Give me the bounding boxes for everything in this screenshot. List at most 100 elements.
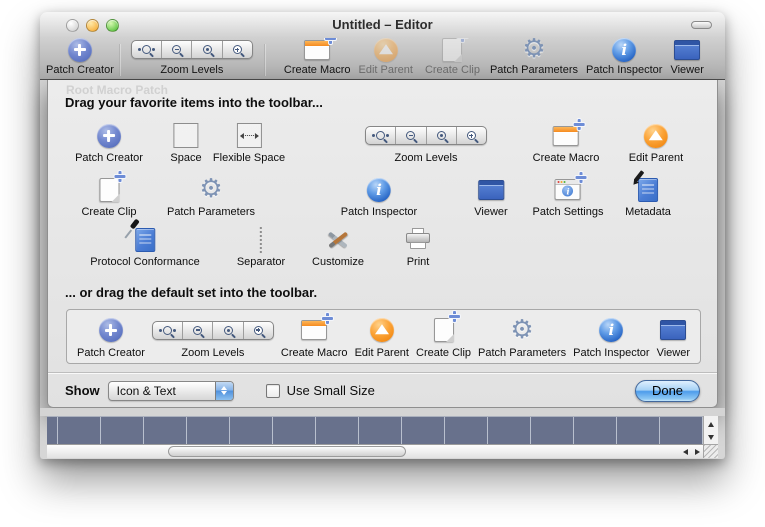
magnifier-fit-icon [437, 131, 446, 140]
scroll-down-button[interactable] [704, 431, 718, 444]
done-button[interactable]: Done [635, 380, 700, 402]
protocol-document-icon [135, 228, 155, 252]
magnifier-plus-icon [233, 45, 242, 54]
default-item-edit-parent[interactable]: Edit Parent [355, 317, 409, 359]
printer-icon [406, 228, 430, 251]
zoom-fit-button[interactable] [192, 41, 222, 58]
magnifier-minus-icon [406, 131, 415, 140]
default-item-patch-parameters[interactable]: Patch Parameters [478, 317, 566, 359]
default-toolbar-set[interactable]: Patch Creator Zoom Levels Create Macro [66, 309, 701, 364]
palette-item-viewer[interactable]: Viewer [474, 176, 507, 218]
drag-items-heading: Drag your favorite items into the toolba… [65, 95, 323, 110]
arrow-right-icon[interactable] [695, 449, 700, 455]
zoom-in-button[interactable] [457, 127, 486, 144]
patch-creator-icon [99, 318, 123, 342]
toolbar-item-patch-inspector[interactable]: Patch Inspector [586, 38, 662, 76]
gear-icon [508, 317, 536, 344]
screwdriver-icon [126, 220, 146, 240]
toolbar-item-create-clip[interactable]: Create Clip [425, 38, 480, 76]
show-mode-popup[interactable]: Icon & Text [108, 381, 234, 401]
arrow-down-icon [708, 435, 714, 440]
toolbar-toggle-button[interactable] [691, 21, 712, 29]
horizontal-scroll-thumb[interactable] [168, 446, 406, 457]
palette-item-create-macro[interactable]: Create Macro [533, 122, 600, 164]
zoom-button[interactable] [106, 19, 119, 32]
palette-item-space[interactable]: Space [170, 122, 201, 164]
gear-icon [197, 176, 225, 203]
popup-arrows-icon [215, 382, 233, 400]
default-item-zoom-levels[interactable]: Zoom Levels [152, 317, 274, 359]
create-macro-icon [304, 40, 330, 60]
toolbar-item-zoom-levels: Zoom Levels [131, 38, 253, 76]
plus-badge-icon [322, 313, 333, 324]
zoom-fit-button[interactable] [427, 127, 457, 144]
use-small-size-checkbox[interactable] [266, 384, 280, 398]
toolbar-item-viewer[interactable]: Viewer [670, 38, 703, 76]
toolbar: Patch Creator Zoom Levels Create Macro E… [40, 38, 725, 80]
default-item-viewer[interactable]: Viewer [657, 317, 690, 359]
toolbar-item-edit-parent[interactable]: Edit Parent [359, 38, 413, 76]
default-item-patch-creator[interactable]: Patch Creator [77, 317, 145, 359]
show-mode-value: Icon & Text [117, 384, 176, 398]
close-button[interactable] [66, 19, 79, 32]
magnifier-plus-icon [467, 131, 476, 140]
edit-parent-icon [644, 124, 668, 148]
palette-item-patch-inspector[interactable]: Patch Inspector [341, 176, 417, 218]
arrow-left-icon[interactable] [683, 449, 688, 455]
zoom-fit-button[interactable] [213, 322, 243, 339]
resize-grip[interactable] [703, 444, 718, 458]
palette-item-metadata[interactable]: Metadata [625, 176, 671, 218]
palette-item-edit-parent[interactable]: Edit Parent [629, 122, 683, 164]
vertical-scrollbar[interactable] [703, 416, 718, 444]
zoom-out-button[interactable] [396, 127, 426, 144]
zoom-actual-size-button[interactable] [132, 41, 162, 58]
zoom-out-button[interactable] [162, 41, 192, 58]
default-item-create-macro[interactable]: Create Macro [281, 317, 348, 359]
plus-badge-icon [114, 171, 125, 182]
zoom-levels-segmented-control [365, 126, 487, 145]
toolbar-item-patch-parameters[interactable]: Patch Parameters [490, 38, 578, 76]
arrow-up-icon [708, 422, 714, 427]
magnifier-minus-icon [193, 326, 202, 335]
horizontal-scrollbar[interactable] [47, 444, 703, 458]
info-icon [367, 178, 391, 202]
palette-item-flexible-space[interactable]: Flexible Space [213, 122, 285, 164]
scroll-up-button[interactable] [704, 418, 718, 431]
palette-item-zoom-levels[interactable]: Zoom Levels [365, 122, 487, 164]
zoom-actual-size-button[interactable] [153, 322, 183, 339]
window-title: Untitled – Editor [40, 12, 725, 38]
editor-canvas[interactable] [47, 416, 703, 444]
palette-item-patch-creator[interactable]: Patch Creator [75, 122, 143, 164]
palette-item-patch-settings[interactable]: Patch Settings [533, 176, 604, 218]
plus-badge-icon [457, 38, 468, 42]
zoom-actual-size-button[interactable] [366, 127, 396, 144]
zoom-out-button[interactable] [183, 322, 213, 339]
window-content-strip [40, 408, 725, 416]
toolbar-item-create-macro[interactable]: Create Macro [284, 38, 351, 76]
default-item-patch-inspector[interactable]: Patch Inspector [573, 317, 649, 359]
zoom-in-button[interactable] [244, 322, 273, 339]
palette-item-print[interactable]: Print [406, 226, 430, 268]
patch-creator-icon [68, 38, 92, 62]
editor-window: Untitled – Editor Patch Creator Zoom Lev… [40, 12, 725, 459]
title-bar[interactable]: Untitled – Editor [40, 12, 725, 38]
customize-toolbar-sheet: Root Macro Patch Drag your favorite item… [47, 80, 718, 408]
minimize-button[interactable] [86, 19, 99, 32]
palette-item-create-clip[interactable]: Create Clip [81, 176, 136, 218]
sheet-footer: Show Icon & Text Use Small Size Done [48, 372, 717, 408]
magnifier-minus-icon [172, 45, 181, 54]
patch-settings-icon [555, 179, 581, 200]
default-item-create-clip[interactable]: Create Clip [416, 317, 471, 359]
separator-icon [260, 227, 262, 253]
palette-item-customize[interactable]: Customize [312, 226, 364, 268]
palette-item-separator[interactable]: Separator [237, 226, 285, 268]
toolbar-item-patch-creator[interactable]: Patch Creator [46, 38, 114, 76]
viewer-window-icon [674, 40, 700, 60]
palette-item-protocol-conformance[interactable]: Protocol Conformance [90, 226, 199, 268]
plus-badge-icon [325, 38, 336, 44]
zoom-in-button[interactable] [223, 41, 252, 58]
traffic-lights [66, 19, 119, 32]
edit-parent-icon [370, 318, 394, 342]
magnifier-actual-icon [142, 45, 151, 54]
palette-item-patch-parameters[interactable]: Patch Parameters [167, 176, 255, 218]
